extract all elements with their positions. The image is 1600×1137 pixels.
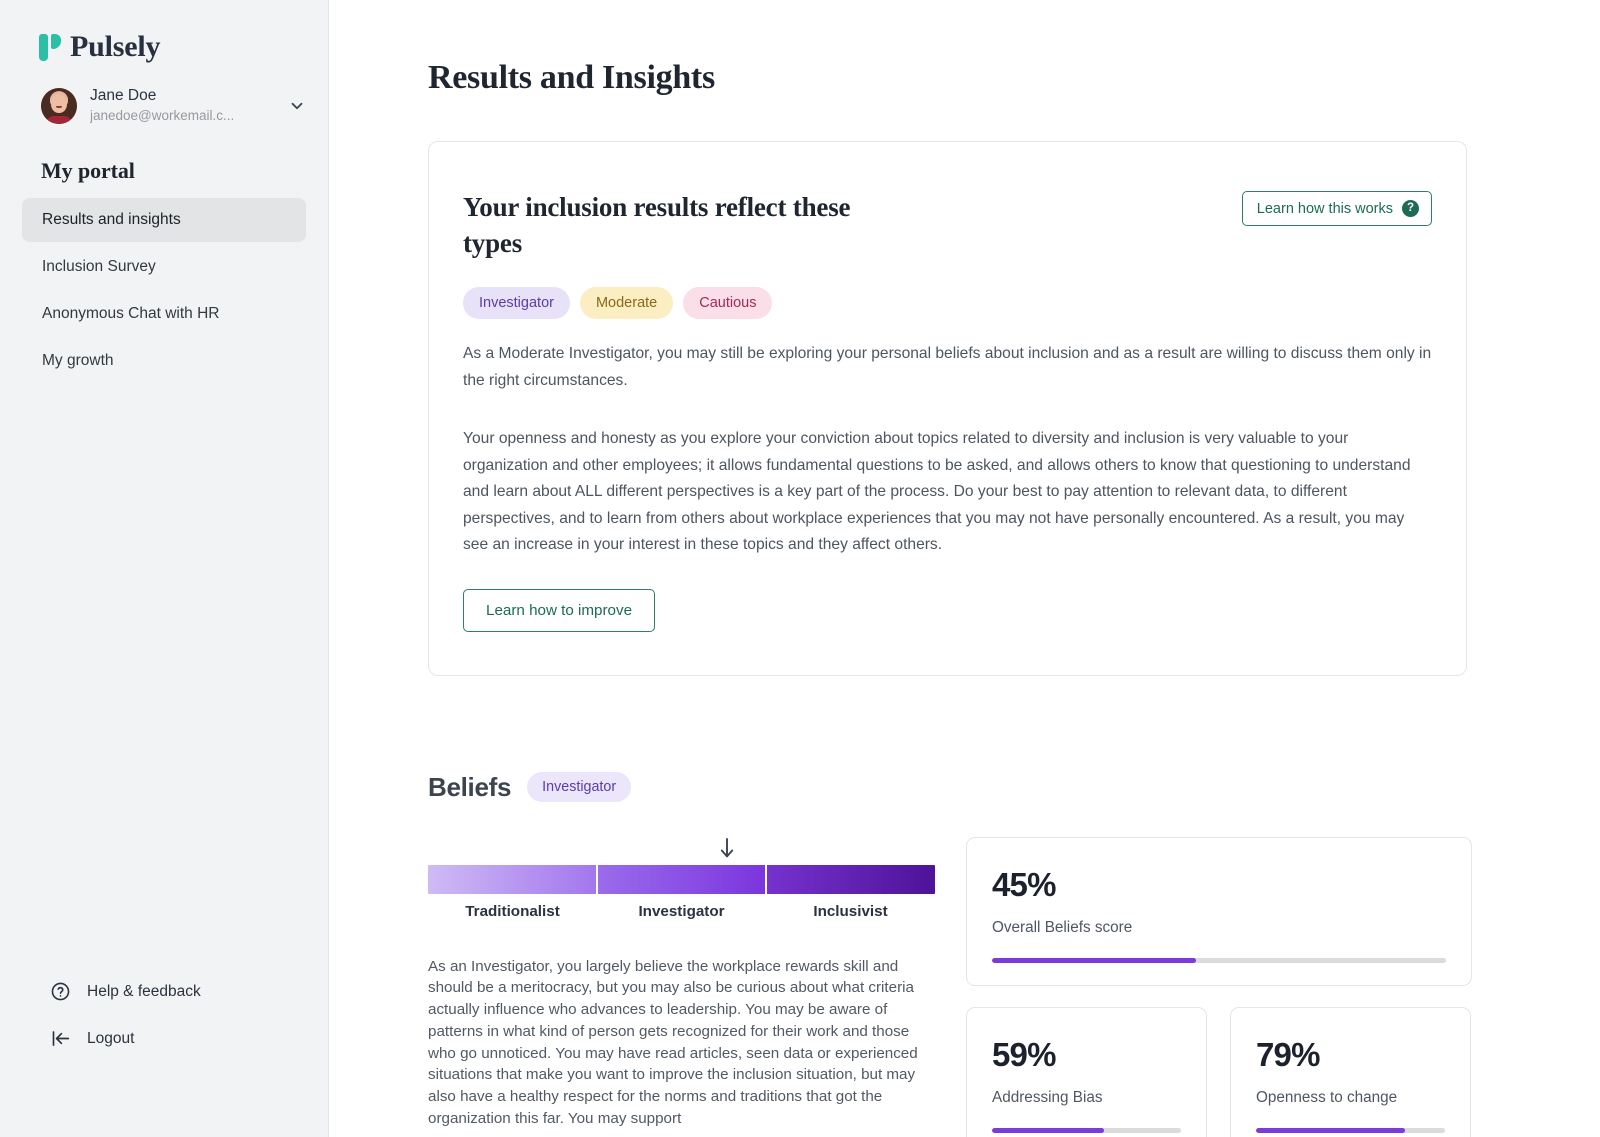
avatar — [41, 87, 77, 124]
sidebar-nav: Results and insights Inclusion Survey An… — [0, 184, 328, 383]
score-card-openness: 79% Openness to change — [1230, 1006, 1471, 1137]
score-card-overall: 45% Overall Beliefs score — [966, 836, 1472, 986]
sidebar-item-anonymous-chat-with-hr[interactable]: Anonymous Chat with HR — [22, 292, 306, 336]
learn-how-this-works-button[interactable]: Learn how this works ? — [1241, 191, 1432, 226]
beliefs-description: As an Investigator, you largely believe … — [428, 957, 918, 1128]
sidebar-item-my-growth[interactable]: My growth — [22, 339, 306, 383]
spectrum-label-inclusivist: Inclusivist — [813, 902, 888, 920]
results-paragraph-2: Your openness and honesty as you explore… — [463, 430, 1411, 553]
results-paragraph-1: As a Moderate Investigator, you may stil… — [463, 345, 1432, 389]
logout-label: Logout — [87, 1029, 135, 1047]
spectrum-label-traditionalist: Traditionalist — [465, 902, 560, 920]
user-name: Jane Doe — [90, 87, 157, 104]
brand-logo[interactable]: Pulsely — [0, 0, 328, 64]
user-menu[interactable]: Jane Doe janedoe@workemail.c... — [0, 64, 328, 125]
overall-score-fill — [992, 957, 1197, 963]
spectrum-labels: Traditionalist Investigator Inclusivist — [428, 903, 935, 920]
down-arrow-icon — [719, 837, 735, 859]
sidebar-item-results-and-insights[interactable]: Results and insights — [22, 198, 306, 242]
addressing-bias-fill — [992, 1127, 1104, 1133]
sidebar-footer: Help & feedback Logout — [0, 981, 328, 1075]
sidebar-section-title: My portal — [41, 158, 135, 183]
beliefs-spectrum-bar — [428, 864, 935, 894]
page-title: Results and Insights — [428, 59, 715, 96]
score-card-addressing-bias: 59% Addressing Bias — [966, 1006, 1207, 1137]
logout-icon — [50, 1028, 71, 1049]
spectrum-marker-row — [428, 837, 940, 863]
question-circle-icon: ? — [1402, 200, 1419, 217]
user-email: janedoe@workemail.c... — [90, 108, 235, 123]
openness-track — [1256, 1127, 1445, 1133]
learn-how-this-works-label: Learn how this works — [1256, 200, 1393, 217]
beliefs-body: Traditionalist Investigator Inclusivist … — [428, 836, 1600, 1137]
app-root: Pulsely Jane Doe janedoe@workemail.c... … — [0, 0, 1600, 1137]
sidebar-item-inclusion-survey[interactable]: Inclusion Survey — [22, 245, 306, 289]
results-card: Your inclusion results reflect these typ… — [428, 141, 1467, 676]
spectrum-segment-traditionalist — [428, 864, 596, 894]
overall-score-track — [992, 957, 1446, 963]
openness-value: 79% — [1256, 1035, 1320, 1073]
chip-moderate[interactable]: Moderate — [579, 287, 674, 319]
sidebar: Pulsely Jane Doe janedoe@workemail.c... … — [0, 0, 329, 1137]
results-card-title: Your inclusion results reflect these typ… — [463, 192, 851, 258]
overall-score-value: 45% — [992, 865, 1056, 903]
openness-label: Openness to change — [1256, 1088, 1398, 1106]
pulsely-logo-icon — [39, 32, 61, 62]
chip-investigator[interactable]: Investigator — [463, 287, 570, 319]
help-and-feedback-button[interactable]: Help & feedback — [50, 981, 328, 1002]
spectrum-segment-investigator — [597, 864, 766, 894]
addressing-bias-value: 59% — [992, 1035, 1056, 1073]
chip-cautious[interactable]: Cautious — [683, 287, 773, 319]
user-meta: Jane Doe janedoe@workemail.c... — [90, 86, 275, 125]
spectrum-label-investigator: Investigator — [638, 902, 725, 920]
openness-fill — [1256, 1127, 1406, 1133]
beliefs-spectrum-column: Traditionalist Investigator Inclusivist … — [428, 837, 940, 1130]
beliefs-type-chip: Investigator — [527, 772, 632, 802]
help-and-feedback-label: Help & feedback — [87, 982, 201, 1000]
type-chips: Investigator Moderate Cautious — [463, 287, 1432, 319]
beliefs-title: Beliefs — [428, 771, 512, 802]
beliefs-scores-column: 45% Overall Beliefs score 59% Addressing… — [966, 836, 1476, 1137]
logout-button[interactable]: Logout — [50, 1028, 328, 1049]
main-content: Results and Insights Your inclusion resu… — [329, 0, 1600, 1137]
chevron-down-icon[interactable] — [288, 97, 306, 115]
brand-name: Pulsely — [70, 30, 161, 63]
question-circle-icon — [50, 981, 71, 1002]
addressing-bias-track — [992, 1127, 1181, 1133]
spectrum-segment-inclusivist — [767, 864, 935, 894]
beliefs-header: Beliefs Investigator — [428, 772, 1600, 803]
results-card-header: Your inclusion results reflect these typ… — [463, 189, 1432, 261]
overall-score-label: Overall Beliefs score — [992, 918, 1133, 936]
learn-how-to-improve-button[interactable]: Learn how to improve — [463, 588, 656, 632]
score-card-row: 59% Addressing Bias 79% Openness to chan… — [966, 1006, 1476, 1137]
addressing-bias-label: Addressing Bias — [992, 1088, 1103, 1106]
